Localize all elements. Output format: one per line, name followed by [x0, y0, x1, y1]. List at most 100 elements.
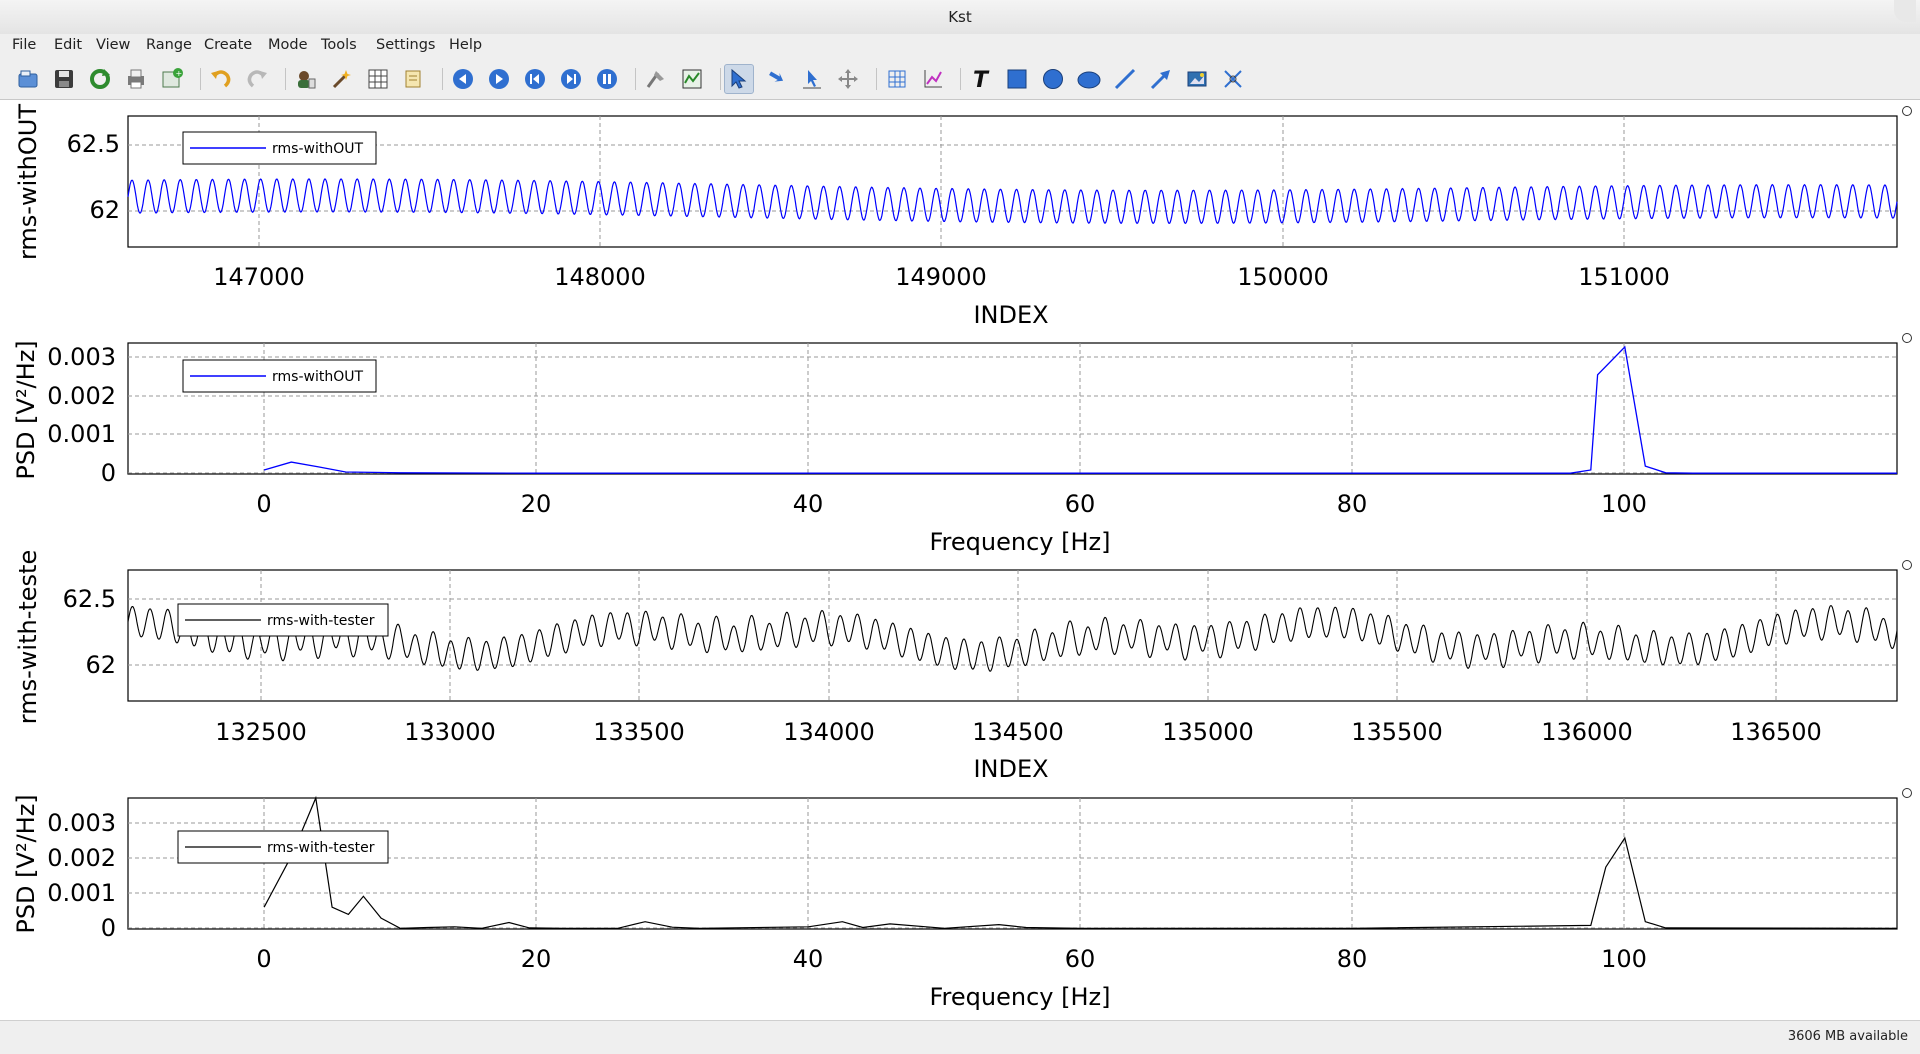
plot-3-ytick: 62: [85, 651, 116, 679]
back-icon[interactable]: [448, 64, 478, 94]
layout-icon[interactable]: [677, 64, 707, 94]
plot-2-xtick: 60: [1065, 490, 1096, 518]
toolbar-separator: [200, 68, 201, 90]
plot-3-xtick: 135000: [1162, 718, 1254, 746]
zoom-icon[interactable]: [641, 64, 671, 94]
plot-1-xtick: 147000: [213, 263, 305, 291]
pause-icon[interactable]: [556, 64, 586, 94]
menu-file[interactable]: File: [12, 37, 36, 53]
plot-2-resize-handle[interactable]: [1902, 333, 1912, 343]
window-title: Kst: [948, 8, 972, 26]
plot-1-xtick: 150000: [1237, 263, 1329, 291]
plot-4-resize-handle[interactable]: [1902, 788, 1912, 798]
plot-3-resize-handle[interactable]: [1902, 560, 1912, 570]
plot-3-xtick: 136500: [1730, 718, 1822, 746]
menu-edit[interactable]: Edit: [54, 37, 82, 53]
menu-help[interactable]: Help: [449, 37, 482, 53]
print-icon[interactable]: [121, 64, 151, 94]
plot-2-xtick: 0: [256, 490, 271, 518]
change-data-file-icon[interactable]: [363, 64, 393, 94]
forward-icon[interactable]: [484, 64, 514, 94]
plots-svg: rms-withOUT 62.5 62 147000 148000 149000…: [12, 104, 1912, 1012]
plot-4-xlabel: Frequency [Hz]: [930, 983, 1111, 1011]
plot-2-xlabel: Frequency [Hz]: [930, 528, 1111, 556]
plot-2-ylabel: PSD [V²/Hz]: [12, 340, 40, 479]
line-icon[interactable]: [1110, 64, 1140, 94]
plot-4-legend-label: rms-with-tester: [267, 840, 375, 856]
shared-axis-icon[interactable]: [1218, 64, 1248, 94]
arrow-icon[interactable]: [1146, 64, 1176, 94]
plot-1-xtick: 149000: [895, 263, 987, 291]
plot-icon[interactable]: [882, 64, 912, 94]
change-data-samples-icon[interactable]: [399, 64, 429, 94]
plot-4-xtick: 100: [1601, 945, 1647, 973]
save-icon[interactable]: [49, 64, 79, 94]
toolbar: + T: [0, 60, 1920, 98]
toolbar-separator: [442, 68, 443, 90]
plot-4-ytick: 0.002: [47, 844, 116, 872]
plot-4[interactable]: rms-with-tester 0.003 0.002 0.001 0 0 20…: [12, 788, 1912, 1012]
menu-create[interactable]: Create: [204, 37, 252, 53]
toolbar-separator: [635, 68, 636, 90]
redo-icon[interactable]: [242, 64, 272, 94]
plot-4-ylabel: PSD [V²/Hz]: [12, 794, 40, 933]
plot-1-resize-handle[interactable]: [1902, 106, 1912, 116]
plot-1-xtick: 151000: [1578, 263, 1670, 291]
plot-2-ytick: 0: [101, 459, 116, 487]
toolbar-separator: [720, 68, 721, 90]
plot-2[interactable]: rms-withOUT 0.003 0.002 0.001 0 0 20 40 …: [12, 333, 1912, 557]
window-corner-button[interactable]: [1894, 0, 1916, 22]
plot-2-xtick: 20: [521, 490, 552, 518]
plot-3-ylabel: rms-with-teste: [14, 550, 42, 724]
plot-4-xtick: 80: [1337, 945, 1368, 973]
picture-icon[interactable]: [1182, 64, 1212, 94]
toolbar-separator: [285, 68, 286, 90]
plot-canvas[interactable]: rms-withOUT 62.5 62 147000 148000 149000…: [0, 99, 1920, 1020]
curve-icon[interactable]: [918, 64, 948, 94]
data-wizard-icon[interactable]: [327, 64, 357, 94]
zoom-mode-icon[interactable]: [724, 64, 754, 94]
plot-4-ytick: 0: [101, 914, 116, 942]
layout-mode-icon[interactable]: [797, 64, 827, 94]
text-icon[interactable]: T: [966, 64, 996, 94]
ellipse-icon[interactable]: [1074, 64, 1104, 94]
plot-3-xtick: 135500: [1351, 718, 1443, 746]
plot-1-frame: [127, 115, 1898, 248]
toolbar-separator: [876, 68, 877, 90]
plot-2-ytick: 0.001: [47, 420, 116, 448]
toolbar-separator: [960, 68, 961, 90]
plot-3-legend-label: rms-with-tester: [267, 613, 375, 629]
plot-3-legend: rms-with-tester: [177, 603, 389, 637]
plot-4-legend: rms-with-tester: [177, 830, 389, 864]
data-mode-icon[interactable]: [761, 64, 791, 94]
box-icon[interactable]: [1002, 64, 1032, 94]
plot-3[interactable]: rms-with-tester 62.5 62 132500 133000 13…: [14, 550, 1912, 783]
plot-2-xtick: 40: [793, 490, 824, 518]
plot-3-xlabel: INDEX: [973, 755, 1048, 783]
plot-2-ytick: 0.003: [47, 343, 116, 371]
plot-4-xtick: 40: [793, 945, 824, 973]
circle-icon[interactable]: [1038, 64, 1068, 94]
export-icon[interactable]: +: [157, 64, 187, 94]
undo-icon[interactable]: [206, 64, 236, 94]
menu-range[interactable]: Range: [146, 37, 192, 53]
plot-2-ytick: 0.002: [47, 382, 116, 410]
menu-settings[interactable]: Settings: [376, 37, 435, 53]
reload-icon[interactable]: [85, 64, 115, 94]
plot-2-xtick: 80: [1337, 490, 1368, 518]
open-icon[interactable]: [13, 64, 43, 94]
plot-1-legend: rms-withOUT: [182, 131, 377, 165]
plot-4-ytick: 0.001: [47, 879, 116, 907]
plot-1[interactable]: rms-withOUT 62.5 62 147000 148000 149000…: [14, 104, 1912, 329]
data-manager-icon[interactable]: [291, 64, 321, 94]
status-bar: 3606 MB available: [0, 1020, 1920, 1054]
move-icon[interactable]: [833, 64, 863, 94]
menu-tools[interactable]: Tools: [321, 37, 357, 53]
menu-bar: File Edit View Range Create Mode Tools S…: [0, 34, 1920, 60]
plot-1-xtick: 148000: [554, 263, 646, 291]
menu-mode[interactable]: Mode: [268, 37, 308, 53]
plot-1-ylabel: rms-withOUT: [14, 104, 42, 260]
stop-icon[interactable]: [592, 64, 622, 94]
menu-view[interactable]: View: [96, 37, 130, 53]
read-from-end-icon[interactable]: [520, 64, 550, 94]
